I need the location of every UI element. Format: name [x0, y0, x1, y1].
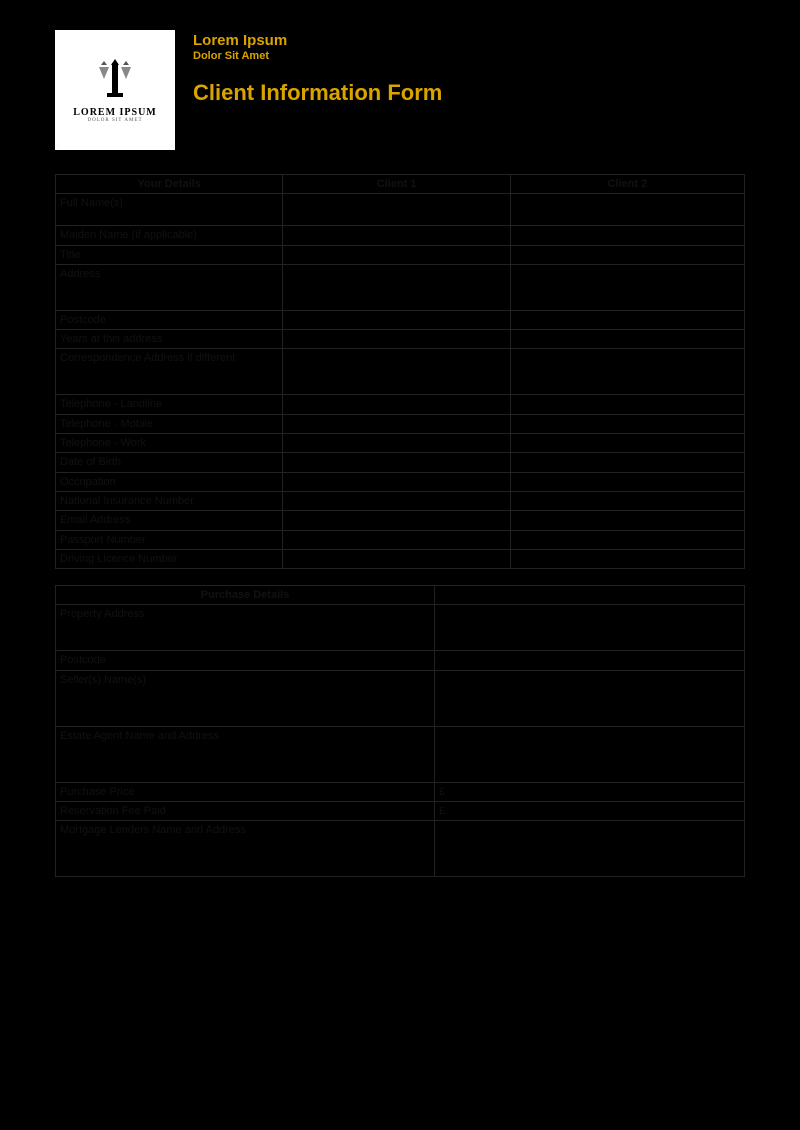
row-label: Mortgage Lenders Name and Address	[56, 821, 435, 877]
purchase-details-table: Purchase Details Property Address Postco…	[55, 585, 745, 877]
row-label: Telephone - Work	[56, 434, 283, 453]
row-label: Full Name(s)	[56, 194, 283, 226]
form-title: Client Information Form	[193, 80, 442, 106]
cell[interactable]	[434, 605, 744, 651]
col-header-client-1: Client 1	[283, 175, 510, 194]
cell[interactable]	[510, 530, 744, 549]
cell[interactable]	[283, 511, 510, 530]
cell[interactable]	[283, 349, 510, 395]
row-label: Seller(s) Name(s)	[56, 670, 435, 726]
col-header-client-2: Client 2	[510, 175, 744, 194]
cell[interactable]	[510, 330, 744, 349]
row-label: Years at this address	[56, 330, 283, 349]
cell[interactable]	[283, 194, 510, 226]
cell[interactable]	[510, 453, 744, 472]
cell[interactable]	[283, 245, 510, 264]
cell[interactable]	[283, 472, 510, 491]
cell[interactable]	[510, 310, 744, 329]
logo-subtext: DOLOR SIT AMET	[87, 118, 142, 123]
cell[interactable]	[434, 821, 744, 877]
cell[interactable]	[510, 349, 744, 395]
row-label: Email Address	[56, 511, 283, 530]
cell[interactable]	[510, 264, 744, 310]
header-text: Lorem Ipsum Dolor Sit Amet Client Inform…	[193, 30, 442, 150]
cell[interactable]	[510, 511, 744, 530]
cell[interactable]	[283, 453, 510, 472]
row-label: Date of Birth	[56, 453, 283, 472]
company-tagline: Dolor Sit Amet	[193, 50, 442, 62]
row-label: Address	[56, 264, 283, 310]
cell[interactable]	[283, 226, 510, 245]
purchase-header-blank	[434, 586, 744, 605]
cell[interactable]	[510, 226, 744, 245]
cell[interactable]	[283, 414, 510, 433]
cell[interactable]	[510, 491, 744, 510]
row-label: Occupation	[56, 472, 283, 491]
company-name: Lorem Ipsum	[193, 32, 442, 50]
cell[interactable]	[283, 530, 510, 549]
row-label: Reservation Fee Paid	[56, 802, 435, 821]
cell[interactable]	[283, 549, 510, 568]
row-label: Postcode	[56, 651, 435, 670]
cell[interactable]	[283, 310, 510, 329]
cell[interactable]	[283, 395, 510, 414]
cell[interactable]	[434, 726, 744, 782]
cell[interactable]	[434, 651, 744, 670]
cell[interactable]	[283, 491, 510, 510]
row-label: Estate Agent Name and Address	[56, 726, 435, 782]
scales-icon	[93, 57, 137, 101]
page: LOREM IPSUM DOLOR SIT AMET ·· Lorem Ipsu…	[0, 0, 800, 907]
col-header-your-details: Your Details	[56, 175, 283, 194]
cell[interactable]	[510, 549, 744, 568]
cell[interactable]	[510, 472, 744, 491]
cell[interactable]	[283, 434, 510, 453]
cell[interactable]	[510, 414, 744, 433]
client-details-table: Your Details Client 1 Client 2 Full Name…	[55, 174, 745, 569]
row-label: Telephone - Mobile	[56, 414, 283, 433]
row-label: Property Address	[56, 605, 435, 651]
cell[interactable]	[283, 330, 510, 349]
row-label: Driving Licence Number	[56, 549, 283, 568]
row-label: Telephone - Landline	[56, 395, 283, 414]
row-label: Postcode	[56, 310, 283, 329]
row-label: Title	[56, 245, 283, 264]
cell[interactable]	[510, 245, 744, 264]
cell[interactable]	[283, 264, 510, 310]
cell[interactable]	[434, 670, 744, 726]
logo-footer: ··	[57, 143, 173, 148]
row-label: National Insurance Number	[56, 491, 283, 510]
cell[interactable]: £	[434, 802, 744, 821]
row-label: Purchase Price	[56, 782, 435, 801]
logo-box: LOREM IPSUM DOLOR SIT AMET ··	[55, 30, 175, 150]
cell[interactable]	[510, 434, 744, 453]
purchase-header: Purchase Details	[56, 586, 435, 605]
cell[interactable]: £	[434, 782, 744, 801]
row-label: Passport Number	[56, 530, 283, 549]
cell[interactable]	[510, 194, 744, 226]
row-label: Correspondence Address if different	[56, 349, 283, 395]
logo-text: LOREM IPSUM	[73, 107, 157, 118]
header-block: LOREM IPSUM DOLOR SIT AMET ·· Lorem Ipsu…	[55, 30, 745, 150]
cell[interactable]	[510, 395, 744, 414]
row-label: Maiden Name (if applicable)	[56, 226, 283, 245]
